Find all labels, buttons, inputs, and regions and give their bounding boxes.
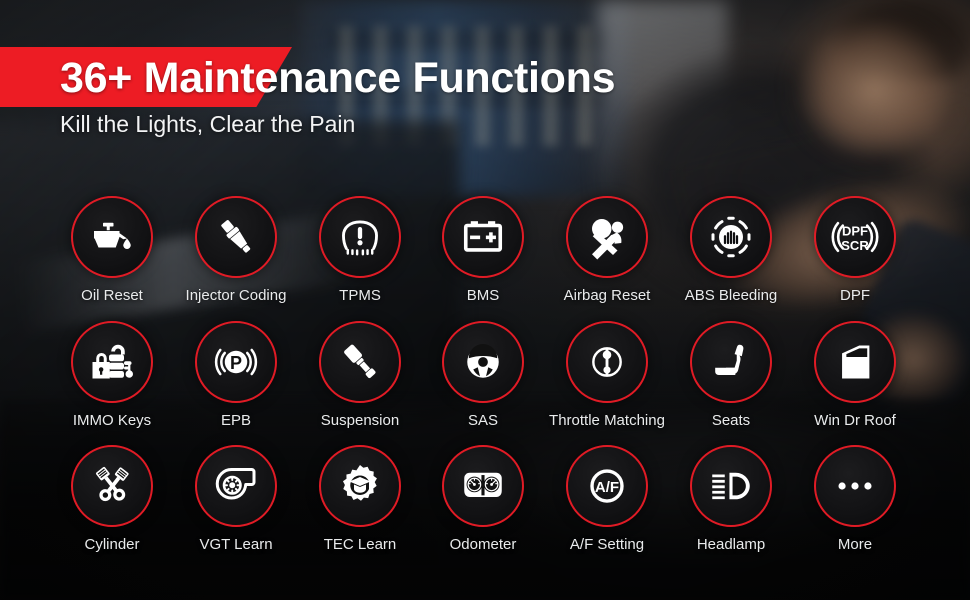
car-seat-icon[interactable] [690, 321, 772, 403]
function-item-a-f-setting[interactable]: A/F A/F Setting [545, 445, 669, 554]
function-item-label: VGT Learn [199, 536, 273, 553]
function-item-label: BMS [466, 287, 500, 304]
function-item-label: Airbag Reset [563, 287, 651, 304]
svg-text:SCR: SCR [841, 238, 869, 253]
function-item-label: Headlamp [696, 536, 766, 553]
dpf-scr-icon[interactable]: DPF SCR [814, 196, 896, 278]
air-fuel-icon[interactable]: A/F [566, 445, 648, 527]
function-item-label: SAS [467, 412, 498, 429]
function-item-dpf[interactable]: DPF SCR DPF [793, 196, 917, 305]
function-item-label: Throttle Matching [549, 412, 665, 429]
function-item-cylinder[interactable]: Cylinder [50, 445, 174, 554]
electric-parking-brake-icon[interactable]: P [195, 321, 277, 403]
function-item-more[interactable]: More [793, 445, 917, 554]
function-grid: Oil Reset Injector Coding TPMS BMS Airba… [0, 180, 970, 580]
car-door-icon[interactable] [814, 321, 896, 403]
function-item-label: Injector Coding [185, 287, 287, 304]
function-item-epb[interactable]: P EPB [174, 321, 298, 430]
svg-text:DPF: DPF [842, 223, 868, 238]
function-item-label: Suspension [320, 412, 400, 429]
lock-and-key-icon[interactable] [71, 321, 153, 403]
function-item-label: A/F Setting [569, 536, 645, 553]
tire-pressure-icon[interactable] [319, 196, 401, 278]
function-item-airbag-reset[interactable]: Airbag Reset [545, 196, 669, 305]
function-item-tpms[interactable]: TPMS [298, 196, 422, 305]
function-item-bms[interactable]: BMS [421, 196, 545, 305]
function-item-suspension[interactable]: Suspension [298, 321, 422, 430]
function-item-tec-learn[interactable]: TEC Learn [298, 445, 422, 554]
function-item-label: EPB [220, 412, 251, 429]
function-item-label: TEC Learn [323, 536, 397, 553]
headlamp-beam-icon[interactable] [690, 445, 772, 527]
function-item-label: TPMS [339, 287, 381, 304]
function-item-label: Win Dr Roof [814, 412, 896, 429]
steering-wheel-icon[interactable] [442, 321, 524, 403]
function-item-immo-keys[interactable]: IMMO Keys [50, 321, 174, 430]
function-item-vgt-learn[interactable]: VGT Learn [174, 445, 298, 554]
function-item-throttle-matching[interactable]: Throttle Matching [545, 321, 669, 430]
function-item-abs-bleeding[interactable]: ABS Bleeding [669, 196, 793, 305]
function-item-label: IMMO Keys [72, 412, 152, 429]
function-item-label: Oil Reset [81, 287, 143, 304]
function-item-label: More [837, 536, 873, 553]
promo-banner: 36+ Maintenance Functions Kill the Light… [0, 0, 970, 600]
function-item-sas[interactable]: SAS [421, 321, 545, 430]
turbocharger-icon[interactable] [195, 445, 277, 527]
function-item-label: Seats [711, 412, 751, 429]
page-title: 36+ Maintenance Functions [60, 54, 616, 102]
function-item-oil-reset[interactable]: Oil Reset [50, 196, 174, 305]
function-item-win-dr-roof[interactable]: Win Dr Roof [793, 321, 917, 430]
fuel-injector-icon[interactable] [195, 196, 277, 278]
instrument-cluster-icon[interactable] [442, 445, 524, 527]
throttle-body-icon[interactable] [566, 321, 648, 403]
svg-text:P: P [230, 353, 242, 373]
ellipsis-icon[interactable] [814, 445, 896, 527]
svg-text:A/F: A/F [595, 479, 619, 496]
function-item-headlamp[interactable]: Headlamp [669, 445, 793, 554]
page-subtitle: Kill the Lights, Clear the Pain [60, 111, 356, 137]
header: 36+ Maintenance Functions Kill the Light… [0, 0, 970, 165]
battery-icon[interactable] [442, 196, 524, 278]
oil-can-icon[interactable] [71, 196, 153, 278]
function-item-odometer[interactable]: Odometer [421, 445, 545, 554]
function-item-label: ABS Bleeding [684, 287, 778, 304]
abs-brake-icon[interactable] [690, 196, 772, 278]
shock-absorber-icon[interactable] [319, 321, 401, 403]
gear-graduation-cap-icon[interactable] [319, 445, 401, 527]
function-item-label: Cylinder [84, 536, 140, 553]
airbag-seatbelt-icon[interactable] [566, 196, 648, 278]
function-item-seats[interactable]: Seats [669, 321, 793, 430]
function-item-label: DPF [840, 287, 870, 304]
function-item-label: Odometer [449, 536, 517, 553]
function-item-injector-coding[interactable]: Injector Coding [174, 196, 298, 305]
crossed-pistons-icon[interactable] [71, 445, 153, 527]
